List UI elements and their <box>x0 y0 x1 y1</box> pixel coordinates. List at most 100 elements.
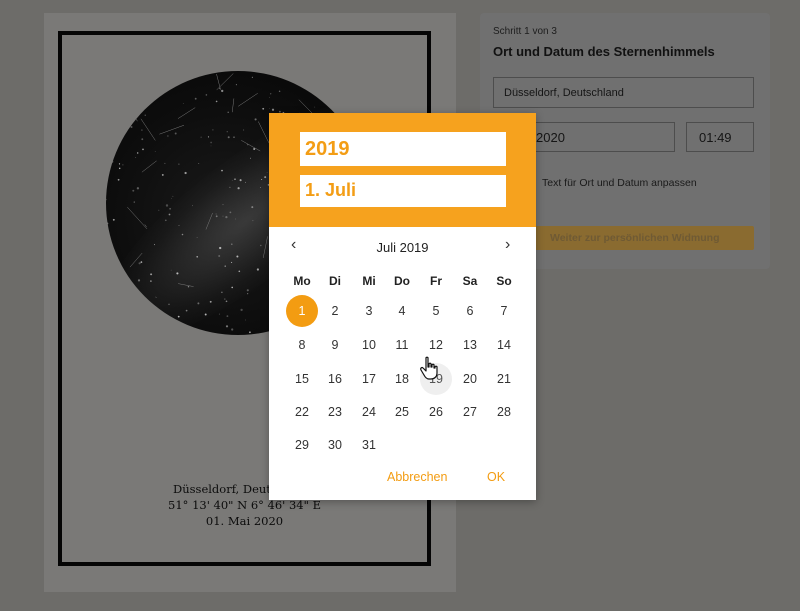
star <box>260 187 261 188</box>
day-17[interactable]: 17 <box>353 363 385 395</box>
star <box>197 302 200 305</box>
cancel-button[interactable]: Abbrechen <box>387 470 447 484</box>
day-24[interactable]: 24 <box>353 396 385 428</box>
constellation-line <box>155 296 157 298</box>
weekday-fr: Fr <box>430 274 442 288</box>
star <box>221 89 224 93</box>
star <box>207 136 210 138</box>
star <box>161 173 164 176</box>
next-month-icon[interactable]: › <box>505 236 510 254</box>
constellation-line <box>127 99 138 122</box>
day-4[interactable]: 4 <box>386 295 418 327</box>
star <box>144 114 146 116</box>
day-22[interactable]: 22 <box>286 396 318 428</box>
star <box>133 201 135 203</box>
day-11[interactable]: 11 <box>386 329 418 361</box>
star <box>364 72 365 73</box>
day-7[interactable]: 7 <box>488 295 520 327</box>
star <box>239 179 242 182</box>
day-6[interactable]: 6 <box>454 295 486 327</box>
star <box>150 280 152 282</box>
star <box>135 157 137 158</box>
star <box>192 77 194 79</box>
star <box>361 91 364 94</box>
selected-year[interactable]: 2019 <box>300 132 506 166</box>
star <box>106 328 108 331</box>
star <box>183 334 185 335</box>
star <box>130 125 133 129</box>
star <box>120 138 122 140</box>
star <box>198 163 200 164</box>
star <box>106 198 107 201</box>
location-input[interactable]: Düsseldorf, Deutschland <box>493 77 754 108</box>
star <box>136 187 140 190</box>
star <box>251 76 253 78</box>
day-5[interactable]: 5 <box>420 295 452 327</box>
day-16[interactable]: 16 <box>319 363 351 395</box>
day-15[interactable]: 15 <box>286 363 318 395</box>
star <box>266 172 268 173</box>
star <box>212 129 214 131</box>
day-31[interactable]: 31 <box>353 429 385 461</box>
day-29[interactable]: 29 <box>286 429 318 461</box>
star <box>141 138 144 141</box>
day-26[interactable]: 26 <box>420 396 452 428</box>
constellation-line <box>110 77 127 101</box>
day-23[interactable]: 23 <box>319 396 351 428</box>
day-18[interactable]: 18 <box>386 363 418 395</box>
star <box>226 315 229 317</box>
star <box>339 82 341 85</box>
day-13[interactable]: 13 <box>454 329 486 361</box>
day-1[interactable]: 1 <box>286 295 318 327</box>
star <box>116 277 119 281</box>
selected-date[interactable]: 1. Juli <box>300 175 506 207</box>
day-25[interactable]: 25 <box>386 396 418 428</box>
star <box>140 261 143 263</box>
day-3[interactable]: 3 <box>353 295 385 327</box>
star <box>184 171 187 175</box>
star <box>196 237 198 238</box>
star <box>192 205 193 207</box>
constellation-line <box>262 236 268 258</box>
star <box>158 209 160 211</box>
day-10[interactable]: 10 <box>353 329 385 361</box>
star <box>236 255 239 258</box>
day-2[interactable]: 2 <box>319 295 351 327</box>
day-8[interactable]: 8 <box>286 329 318 361</box>
day-27[interactable]: 27 <box>454 396 486 428</box>
time-input[interactable]: 01:49 <box>686 122 754 152</box>
star <box>185 309 188 312</box>
star <box>235 218 236 220</box>
constellation-line <box>158 318 164 332</box>
star <box>245 319 246 321</box>
day-20[interactable]: 20 <box>454 363 486 395</box>
star <box>176 323 177 324</box>
star <box>126 303 127 304</box>
star <box>118 163 121 165</box>
day-30[interactable]: 30 <box>319 429 351 461</box>
star <box>141 129 143 131</box>
star <box>169 207 171 210</box>
day-21[interactable]: 21 <box>488 363 520 395</box>
constellation-line <box>129 252 143 268</box>
hand-cursor-icon <box>420 356 438 380</box>
day-14[interactable]: 14 <box>488 329 520 361</box>
adjust-text-checkbox-label[interactable]: Text für Ort und Datum anpassen <box>542 177 697 189</box>
star <box>225 325 229 328</box>
star <box>182 103 184 105</box>
day-9[interactable]: 9 <box>319 329 351 361</box>
star <box>106 222 109 225</box>
star <box>151 83 154 86</box>
star <box>231 328 234 331</box>
star <box>174 132 177 135</box>
star <box>225 215 228 219</box>
ok-button[interactable]: OK <box>487 470 505 484</box>
star <box>256 268 260 271</box>
constellation-line <box>231 98 235 113</box>
day-28[interactable]: 28 <box>488 396 520 428</box>
star <box>127 108 129 110</box>
star <box>240 308 243 312</box>
constellation-line <box>318 90 339 106</box>
star <box>118 167 121 170</box>
star <box>261 178 263 181</box>
